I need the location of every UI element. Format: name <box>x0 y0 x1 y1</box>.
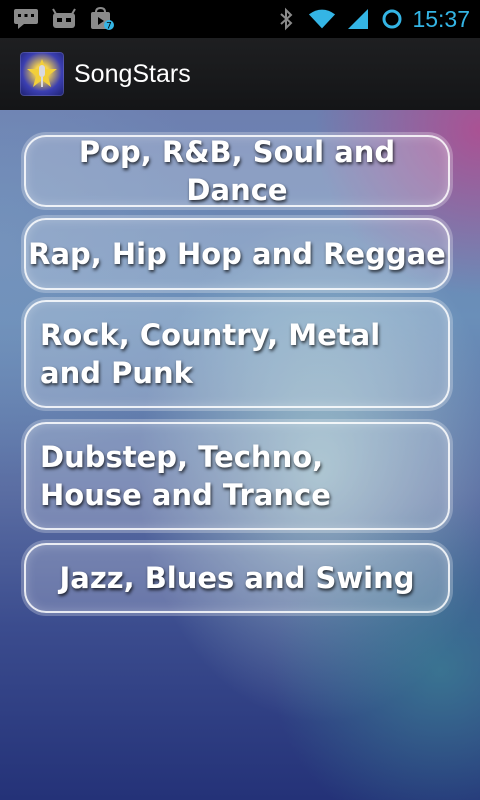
system-icons: 15:37 <box>272 6 480 33</box>
genre-label: Rap, Hip Hop and Reggae <box>28 237 446 271</box>
bluetooth-icon <box>272 7 300 31</box>
app-title: SongStars <box>74 59 191 88</box>
genre-list: Pop, R&B, Soul and Dance Rap, Hip Hop an… <box>0 110 480 800</box>
play-store-update-icon: 7 <box>88 7 116 32</box>
cell-signal-icon <box>344 8 372 30</box>
genre-button-jazz[interactable]: Jazz, Blues and Swing <box>24 543 450 613</box>
genre-label: Rock, Country, Metal and Punk <box>40 318 381 390</box>
genre-button-rock[interactable]: Rock, Country, Metal and Punk <box>24 300 450 408</box>
genre-button-dubstep[interactable]: Dubstep, Techno, House and Trance <box>24 422 450 530</box>
wifi-icon <box>308 8 336 30</box>
microphone-star-icon[interactable] <box>20 52 64 96</box>
genre-button-pop[interactable]: Pop, R&B, Soul and Dance <box>24 135 450 207</box>
message-icon <box>12 8 40 30</box>
genre-label: Dubstep, Techno, House and Trance <box>40 440 331 512</box>
status-bar: 7 15:37 <box>0 0 480 38</box>
action-bar: SongStars <box>0 38 480 112</box>
clock: 15:37 <box>412 5 470 32</box>
notification-icons: 7 <box>0 7 116 32</box>
android-bot-icon <box>50 8 78 30</box>
battery-ring-icon <box>380 8 404 30</box>
svg-text:7: 7 <box>106 22 112 32</box>
genre-button-rap[interactable]: Rap, Hip Hop and Reggae <box>24 218 450 290</box>
genre-label: Jazz, Blues and Swing <box>59 561 415 595</box>
genre-label: Pop, R&B, Soul and Dance <box>78 135 396 207</box>
